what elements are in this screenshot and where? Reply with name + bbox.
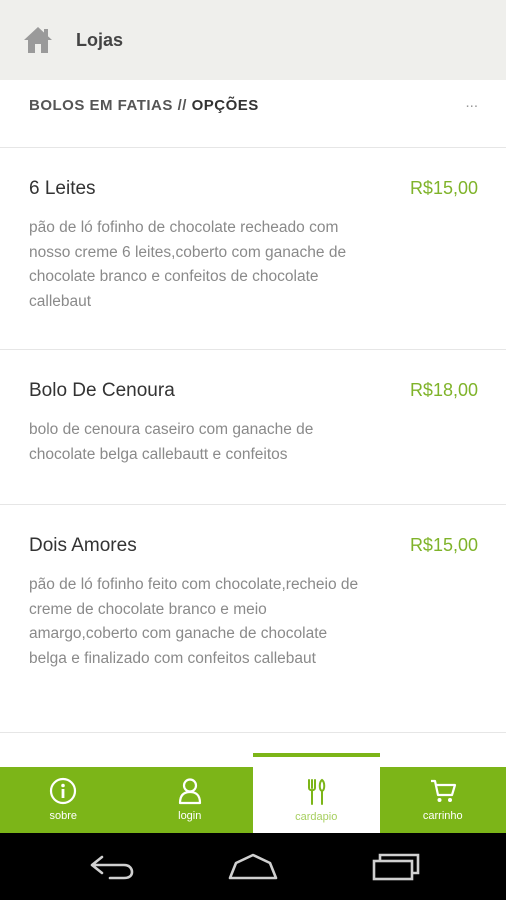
category-separator: // [177,97,187,114]
tab-label: sobre [49,810,78,822]
category-name: BOLOS EM FATIAS [29,97,173,114]
recents-icon[interactable] [370,851,422,881]
product-item[interactable]: Dois Amores R$15,00 pão de ló fofinho fe… [0,505,506,733]
tab-login[interactable]: login [127,767,254,833]
back-icon[interactable] [88,851,136,881]
tab-label: login [178,810,202,822]
tab-sobre[interactable]: sobre [0,767,127,833]
product-description: pão de ló fofinho de chocolate recheado … [29,219,347,310]
product-description: bolo de cenoura caseiro com ganache de c… [29,421,314,463]
cutlery-icon [308,778,326,805]
options-label: OPÇÕES [191,97,259,114]
product-name: Bolo De Cenoura [29,380,175,401]
tab-cardapio[interactable]: cardapio [253,753,380,833]
category-title: BOLOS EM FATIAS // OPÇÕES [29,97,259,114]
user-icon [178,778,201,805]
more-menu-button[interactable]: ... [465,94,478,111]
page-title: Lojas [76,30,124,50]
category-header: BOLOS EM FATIAS // OPÇÕES ... [0,80,506,148]
info-icon [50,777,77,805]
product-price: R$18,00 [409,380,478,400]
product-item[interactable]: Bolo De Cenoura R$18,00 bolo de cenoura … [0,350,506,505]
tab-label: carrinho [422,810,463,822]
home-nav-icon[interactable] [226,851,280,881]
product-price: R$15,00 [409,535,478,555]
product-price: R$15,00 [409,178,478,198]
app-bar: Lojas [0,0,506,80]
product-name: Dois Amores [29,535,137,556]
bottom-tab-bar: sobre login cardapio carrinho [0,753,506,833]
product-description: pão de ló fofinho feito com chocolate,re… [29,576,359,667]
cart-icon [430,779,456,802]
product-item[interactable]: 6 Leites R$15,00 pão de ló fofinho de ch… [0,148,506,350]
tab-carrinho[interactable]: carrinho [380,767,506,833]
home-icon[interactable] [22,25,54,55]
product-name: 6 Leites [29,178,96,199]
tab-label: cardapio [295,811,338,823]
system-nav-bar [0,833,506,900]
